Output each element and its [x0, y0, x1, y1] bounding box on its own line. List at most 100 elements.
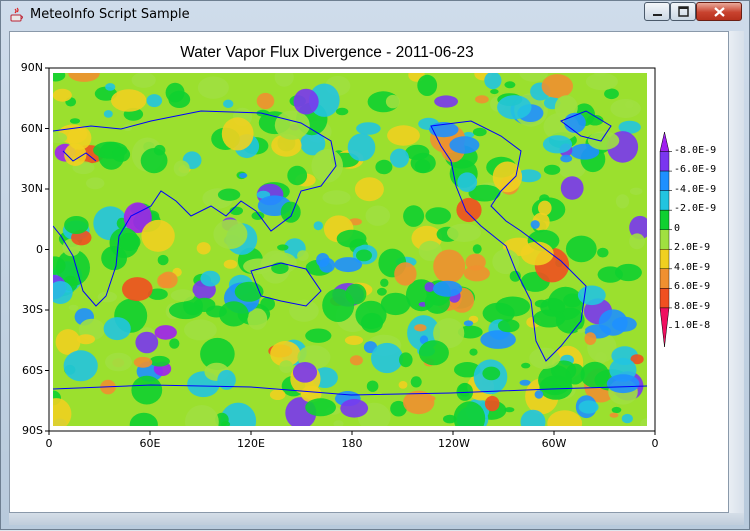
- field-blob: [336, 229, 367, 248]
- chart-canvas: [45, 67, 672, 435]
- field-blob: [380, 292, 411, 316]
- field-blob: [610, 99, 641, 118]
- field-blob: [472, 244, 482, 254]
- x-tick-label: 120W: [438, 437, 470, 450]
- field-blob: [217, 188, 241, 201]
- field-blob: [578, 400, 599, 414]
- x-tick-label: 0: [651, 437, 659, 450]
- field-blob: [587, 131, 620, 150]
- field-blob: [347, 133, 376, 162]
- field-blob: [371, 342, 403, 374]
- field-blob: [520, 409, 546, 426]
- field-blob: [560, 176, 584, 200]
- field-blob: [340, 399, 369, 418]
- field-blob: [322, 190, 351, 205]
- field-blob: [170, 289, 195, 302]
- field-blob: [469, 348, 478, 356]
- x-tick-label: 120E: [237, 437, 265, 450]
- field-blob: [497, 319, 520, 333]
- field-blob: [432, 280, 463, 297]
- field-blob: [223, 259, 238, 269]
- field-blob: [111, 89, 147, 112]
- field-blob: [345, 283, 367, 305]
- field-blob: [159, 271, 178, 289]
- field-blob: [64, 216, 89, 234]
- field-blob: [609, 412, 619, 418]
- field-blob: [103, 317, 131, 341]
- field-blob: [472, 127, 487, 137]
- field-blob: [185, 405, 219, 426]
- colorbar-segment: [659, 268, 670, 289]
- field-blob: [541, 74, 573, 99]
- field-blob: [390, 148, 409, 168]
- field-blob: [424, 282, 435, 292]
- field-blob: [425, 207, 452, 225]
- field-blob: [377, 287, 387, 296]
- y-tick-label: 30N: [20, 182, 43, 195]
- field-blob: [414, 324, 427, 332]
- field-blob: [475, 95, 489, 104]
- y-tick-label: 60N: [20, 121, 43, 135]
- field-blob: [482, 366, 501, 381]
- field-blob: [598, 309, 628, 336]
- field-blob: [109, 227, 140, 258]
- field-blob: [360, 312, 384, 333]
- field-blob: [86, 177, 105, 190]
- field-blob: [480, 330, 516, 349]
- field-blob: [305, 398, 336, 417]
- field-blob: [449, 136, 480, 154]
- colorbar-segment: [659, 170, 670, 191]
- field-blob: [565, 235, 597, 263]
- field-blob: [213, 219, 248, 249]
- colorbar-segment: [659, 209, 670, 230]
- field-blob: [484, 73, 502, 90]
- field-blob: [534, 390, 544, 399]
- colorbar-label: 8.0E-9: [674, 300, 711, 312]
- field-blob: [577, 328, 586, 333]
- field-blob: [417, 74, 438, 96]
- field-blob: [221, 117, 254, 151]
- colorbar-segment: [659, 229, 670, 250]
- colorbar-segment: [659, 190, 670, 211]
- field-blob: [297, 250, 309, 261]
- field-blob: [131, 375, 163, 405]
- field-blob: [305, 328, 332, 343]
- field-blob: [149, 355, 170, 367]
- field-blob: [122, 277, 153, 302]
- field-blob: [334, 257, 363, 273]
- field-blob: [169, 301, 203, 320]
- field-blob: [463, 265, 490, 282]
- colorbar-label: 1.0E-8: [674, 320, 711, 332]
- field-blob: [584, 332, 597, 345]
- field-blob: [157, 254, 169, 266]
- colorbar-segment: [659, 151, 670, 172]
- field-blob: [580, 361, 610, 388]
- field-blob: [410, 376, 422, 388]
- field-blob: [606, 374, 640, 394]
- colorbar-label: -6.0E-9: [674, 164, 717, 176]
- field-blob: [76, 334, 95, 345]
- field-blob: [111, 146, 131, 162]
- colorbar-label: 4.0E-9: [674, 261, 711, 273]
- x-tick-label: 60E: [139, 437, 161, 450]
- field-blob: [366, 380, 379, 392]
- field-blob: [196, 242, 211, 255]
- field-blob: [621, 413, 633, 424]
- field-blob: [133, 356, 153, 368]
- field-blob: [375, 159, 393, 175]
- y-tick-label: 30S: [22, 303, 43, 316]
- colorbar-label: -2.0E-9: [674, 203, 717, 215]
- field-blob: [434, 95, 458, 108]
- field-blob: [356, 249, 372, 262]
- y-tick-label: 60S: [22, 363, 43, 377]
- field-blob: [53, 398, 72, 426]
- field-blob: [484, 395, 500, 412]
- field-blob: [53, 281, 73, 304]
- colorbar-label: -8.0E-9: [674, 144, 717, 156]
- field-blob: [403, 205, 425, 227]
- field-blob: [490, 89, 499, 95]
- field-blob: [534, 299, 549, 308]
- field-blob: [547, 410, 583, 426]
- colorbar-label: -4.0E-9: [674, 183, 717, 195]
- field-blob: [168, 90, 191, 108]
